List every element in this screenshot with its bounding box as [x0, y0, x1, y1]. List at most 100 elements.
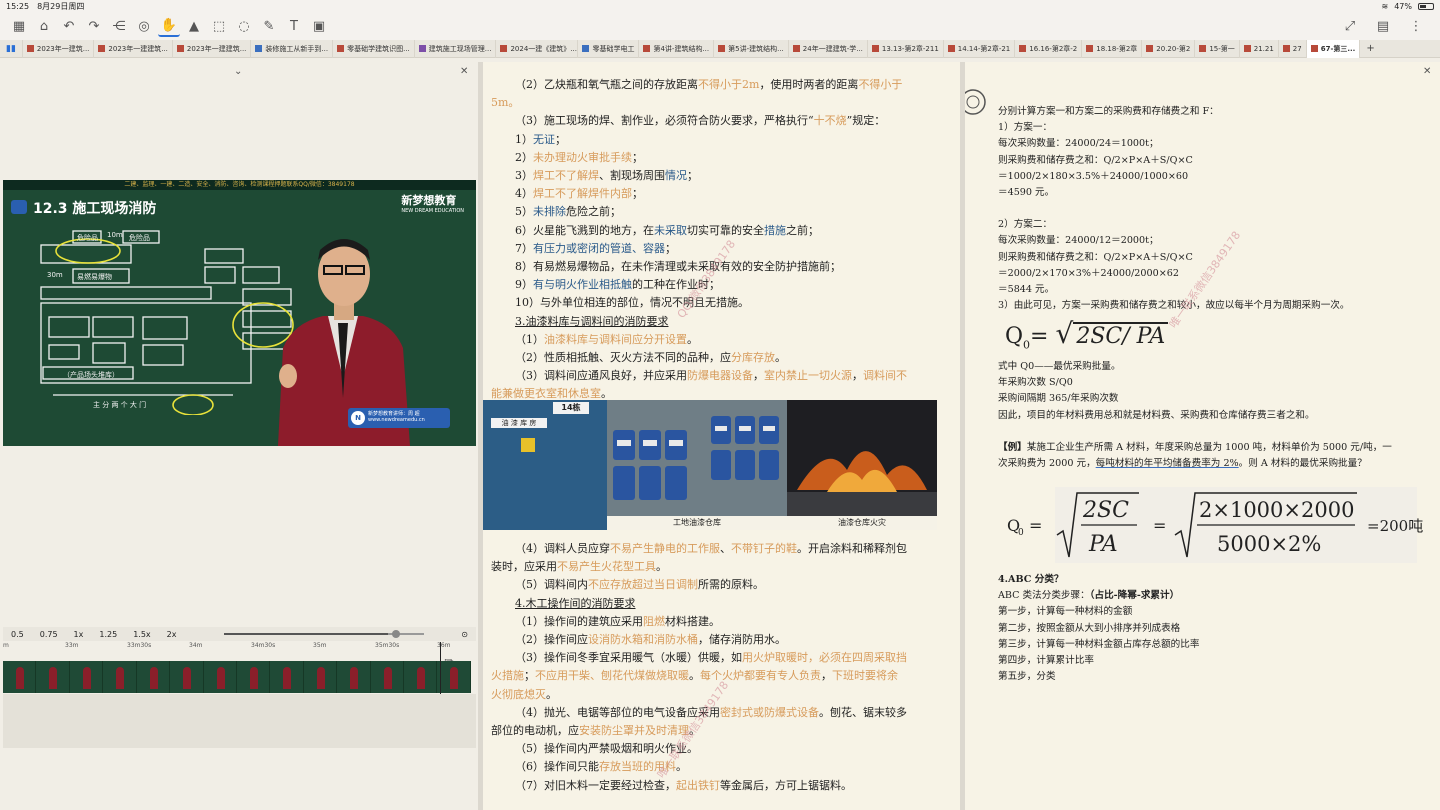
- hl: 下班时要将余: [832, 669, 898, 683]
- tab-17[interactable]: 21.21: [1240, 39, 1279, 58]
- redo-icon[interactable]: ↷: [83, 15, 105, 37]
- wifi-icon: ≋: [1381, 1, 1389, 11]
- materials-text-top: 分别计算方案一和方案二的采购费和存储费之和 F： 1）方案一： 每次采购数量：2…: [998, 104, 1428, 314]
- t: 材料搭建。: [665, 614, 720, 628]
- film-frame[interactable]: [404, 661, 438, 693]
- film-frame[interactable]: [36, 661, 70, 693]
- lasso-icon[interactable]: ◌: [233, 15, 255, 37]
- tab-10[interactable]: 24年一建建筑-学...: [789, 39, 868, 58]
- t: 某施工企业生产所需 A 材料，年度采购总量为 1000 吨，材料单价为 5000…: [1026, 441, 1392, 453]
- note-icon[interactable]: ▤: [1372, 15, 1394, 37]
- film-frame[interactable]: [337, 661, 371, 693]
- tab-8[interactable]: 第4讲-建筑结构...: [639, 39, 715, 58]
- image-icon[interactable]: ▣: [308, 15, 330, 37]
- undo-icon[interactable]: ↶: [58, 15, 80, 37]
- more-icon[interactable]: ⋮: [1405, 15, 1427, 37]
- t: 第五步，分类: [998, 671, 1056, 683]
- tab-13[interactable]: 16.16-第2章-2: [1015, 39, 1083, 58]
- materials-text-abc: 4.ABC 分类？ ABC 类法分类步骤：（占比-降幂-求累计） 第一步，计算每…: [998, 572, 1430, 685]
- t: 。: [546, 687, 557, 701]
- speed-option-3[interactable]: 1.25: [99, 630, 117, 639]
- video-top-strip: 二建、监理、一建、二造、安全、消防、咨询、检测课程押题联系QQ/微信：38491…: [3, 180, 476, 190]
- tab-grid-icon[interactable]: ▮▮: [0, 39, 23, 58]
- pdf-file-icon: [176, 45, 184, 52]
- speed-option-4[interactable]: 1.5x: [133, 630, 150, 639]
- t: （6）操作间只能: [515, 760, 599, 774]
- chevron-down-icon[interactable]: ⌄: [234, 66, 242, 77]
- tab-1[interactable]: 2023年一建建筑...: [94, 39, 173, 58]
- caption-url: www.newdreamedu.cn: [368, 417, 425, 423]
- t: 。: [656, 560, 667, 574]
- new-tab-button[interactable]: +: [1366, 43, 1374, 54]
- target-icon[interactable]: ◎: [133, 15, 155, 37]
- video-filmstrip[interactable]: [3, 661, 471, 693]
- eoq-formula: Q0= √ 2SC/ PA: [1005, 317, 1169, 351]
- fullscreen-icon[interactable]: ⊙: [461, 630, 468, 639]
- tab-9[interactable]: 第5讲-建筑结构...: [714, 39, 789, 58]
- pen-icon[interactable]: ✎: [258, 15, 280, 37]
- film-frame[interactable]: [371, 661, 405, 693]
- tab-5[interactable]: 建筑施工现场管理...: [415, 39, 497, 58]
- f2-result: =200吨: [1367, 517, 1423, 535]
- film-frame[interactable]: [304, 661, 338, 693]
- film-frame[interactable]: [70, 661, 104, 693]
- playhead[interactable]: [440, 642, 441, 696]
- t: ，: [753, 369, 764, 383]
- expand-icon[interactable]: ⤢: [1339, 15, 1361, 37]
- photo-strip: 油 漆 库 房 14栋 工地油漆仓库 油漆仓库火灾: [483, 400, 943, 530]
- film-frame[interactable]: [237, 661, 271, 693]
- t: ；: [632, 150, 643, 164]
- tab-3[interactable]: 装修施工从新手到...: [251, 39, 334, 58]
- timeline-label: 33m30s: [127, 642, 152, 649]
- tab-14[interactable]: 18.18-第2章: [1082, 39, 1143, 58]
- close-icon[interactable]: ✕: [460, 66, 468, 77]
- film-frame[interactable]: [204, 661, 237, 693]
- close-icon[interactable]: ✕: [1423, 66, 1431, 77]
- crop-icon[interactable]: ⬚: [208, 15, 230, 37]
- tab-19[interactable]: 67-第三...: [1306, 39, 1361, 58]
- tab-7[interactable]: 零基础学电工: [578, 39, 640, 58]
- tab-18[interactable]: 27: [1279, 39, 1307, 58]
- hl: 不应用干柴、刨花代煤做烧取暖: [535, 669, 689, 683]
- film-frame[interactable]: [3, 661, 37, 693]
- tab-15[interactable]: 20.20-第2: [1142, 39, 1196, 58]
- t: 第一步，计算每一种材料的金额: [998, 606, 1133, 618]
- hl: 未办理动火审批手续: [533, 150, 632, 164]
- t: 8）有易燃易爆物品，在未作清理或未采取有效的安全防护措施前；: [515, 260, 841, 274]
- tab-12[interactable]: 14.14-第2章-21: [944, 39, 1016, 58]
- seek-knob[interactable]: [392, 630, 401, 638]
- hl: 不易产生火花型工具: [557, 560, 656, 574]
- film-frame[interactable]: [170, 661, 204, 693]
- tab-label: 18.18-第2章: [1096, 44, 1138, 53]
- speed-option-0[interactable]: 0.5: [11, 630, 24, 639]
- tab-16[interactable]: 15-第一: [1195, 39, 1240, 58]
- grid-icon[interactable]: ▦: [8, 15, 30, 37]
- speed-option-1[interactable]: 0.75: [40, 630, 58, 639]
- hl: 不易产生静电的工作服: [610, 542, 720, 555]
- film-frame[interactable]: [270, 661, 304, 693]
- tab-4[interactable]: 零基础学建筑识图...: [333, 39, 415, 58]
- tab-11[interactable]: 13.13-第2章-211: [868, 39, 944, 58]
- hand-tool-icon[interactable]: ✋: [158, 15, 180, 37]
- speed-option-2[interactable]: 1x: [74, 630, 84, 639]
- video-player[interactable]: 二建、监理、一建、二造、安全、消防、咨询、检测课程押题联系QQ/微信：38491…: [3, 180, 476, 446]
- status-bar: 15:25 8月29日周四 ≋ 47%: [0, 0, 1440, 12]
- tab-label: 67-第三...: [1320, 44, 1356, 53]
- tab-6[interactable]: 2024一建《建筑》...: [496, 39, 579, 58]
- library-icon[interactable]: ⌂: [33, 15, 55, 37]
- t: 等金属后，方可上锯锯料。: [720, 778, 852, 792]
- highlighter-icon[interactable]: ▲: [183, 15, 205, 37]
- t: 。: [775, 351, 786, 365]
- share-icon[interactable]: ⋲: [108, 15, 130, 37]
- t: 。: [601, 387, 612, 401]
- speed-option-5[interactable]: 2x: [167, 630, 177, 639]
- tab-2[interactable]: 2023年一建建筑...: [173, 39, 252, 58]
- seek-track[interactable]: [224, 630, 425, 638]
- tab-0[interactable]: 2023年一建筑...: [23, 39, 95, 58]
- film-frame[interactable]: [103, 661, 137, 693]
- film-frame[interactable]: [137, 661, 171, 693]
- t: （3）调料间应通风良好，并应采用: [515, 369, 687, 383]
- film-frame[interactable]: [437, 661, 471, 693]
- pdf-file-icon: [98, 45, 106, 52]
- text-box-icon[interactable]: T: [283, 15, 305, 37]
